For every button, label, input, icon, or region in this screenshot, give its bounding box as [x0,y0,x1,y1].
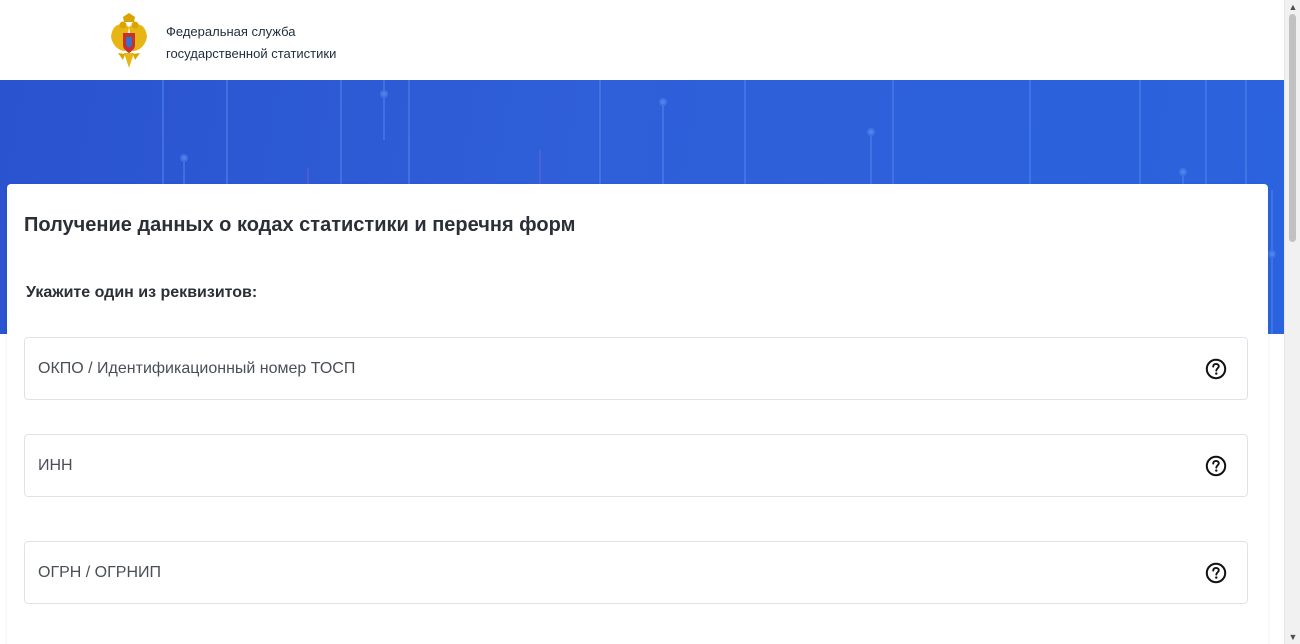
question-circle-icon[interactable] [1205,455,1227,477]
emblem-icon[interactable] [110,13,148,70]
page-title: Получение данных о кодах статистики и пе… [24,214,576,236]
page: Федеральная служба государственной стати… [0,0,1284,644]
scroll-up-arrow-icon[interactable]: ▲ [1285,0,1300,14]
question-circle-icon[interactable] [1205,358,1227,380]
inn-field[interactable]: ИНН [24,434,1248,497]
scroll-thumb[interactable] [1289,14,1296,242]
scroll-down-arrow-icon[interactable]: ▼ [1285,630,1300,644]
org-name-line2: государственной статистики [166,46,337,61]
site-header: Федеральная служба государственной стати… [0,0,1284,80]
org-name[interactable]: Федеральная служба государственной стати… [166,21,336,65]
ogrn-field[interactable]: ОГРН / ОГРНИП [24,541,1248,604]
form-instruction: Укажите один из реквизитов: [26,284,258,301]
org-name-line1: Федеральная служба [166,24,296,39]
inn-placeholder: ИНН [38,456,73,474]
okpo-placeholder: ОКПО / Идентификационный номер ТОСП [38,359,356,377]
okpo-field[interactable]: ОКПО / Идентификационный номер ТОСП [24,337,1248,400]
ogrn-placeholder: ОГРН / ОГРНИП [38,563,162,581]
page-scrollbar[interactable]: ▲ ▼ [1284,0,1300,644]
request-card: Получение данных о кодах статистики и пе… [7,184,1268,644]
question-circle-icon[interactable] [1205,562,1227,584]
